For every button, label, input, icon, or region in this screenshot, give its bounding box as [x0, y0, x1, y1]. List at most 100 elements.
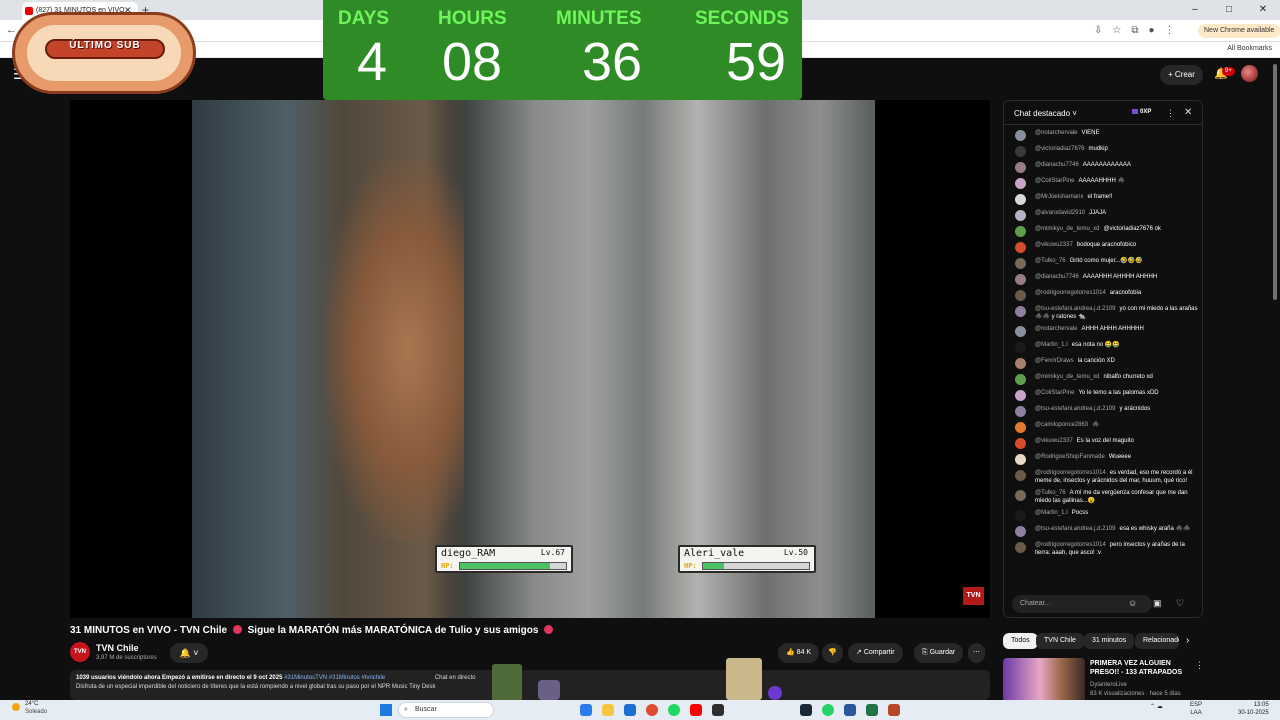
chat-author[interactable]: @ColiStarPine — [1035, 178, 1074, 184]
kebab-menu-icon[interactable]: ⋮ — [1165, 25, 1175, 36]
powerpoint-icon[interactable] — [888, 704, 900, 716]
chat-author-avatar[interactable] — [1015, 258, 1026, 269]
chat-author-avatar[interactable] — [1015, 390, 1026, 401]
language-indicator[interactable]: ESP LAA — [1190, 701, 1202, 717]
chrome-icon[interactable] — [646, 704, 658, 716]
close-icon[interactable]: ✕ — [1184, 107, 1192, 118]
page-scrollbar-thumb[interactable] — [1273, 64, 1277, 300]
chat-author[interactable]: @Martin_1.I — [1035, 342, 1068, 348]
chat-author-avatar[interactable] — [1015, 162, 1026, 173]
video-description[interactable]: 1039 usuarios viéndolo ahora Empezó a em… — [70, 670, 990, 700]
chevron-right-icon[interactable]: › — [1186, 635, 1189, 646]
maximize-icon[interactable]: □ — [1212, 0, 1246, 20]
like-button[interactable]: 👍 84 K — [778, 643, 820, 663]
create-button[interactable]: + Crear — [1160, 65, 1203, 85]
save-button[interactable]: ⎘ Guardar — [914, 643, 964, 663]
filter-chip[interactable]: TVN Chile — [1036, 633, 1084, 649]
filter-chip[interactable]: Todos — [1003, 633, 1038, 649]
chat-author[interactable]: @tsu-estefani.andrea.j.d.2109 — [1035, 306, 1115, 312]
chat-author-avatar[interactable] — [1015, 406, 1026, 417]
related-video-channel[interactable]: DylanteroLive — [1090, 682, 1127, 688]
chat-author[interactable]: @alvarodavid2910 — [1035, 210, 1085, 216]
chat-author-avatar[interactable] — [1015, 470, 1026, 481]
chat-author-avatar[interactable] — [1015, 510, 1026, 521]
related-video-thumbnail[interactable] — [1003, 658, 1085, 702]
chat-author-avatar[interactable] — [1015, 130, 1026, 141]
chat-author[interactable]: @dianachu7746 — [1035, 274, 1079, 280]
channel-name[interactable]: TVN Chile — [96, 643, 139, 653]
window-close-icon[interactable]: ✕ — [1246, 0, 1280, 20]
whatsapp-icon[interactable] — [822, 704, 834, 716]
chat-author[interactable]: @rodrigoorregotorres1014 — [1035, 290, 1106, 296]
chat-author[interactable]: @MrJoelshamanx — [1035, 194, 1083, 200]
chat-author-avatar[interactable] — [1015, 242, 1026, 253]
chat-author-avatar[interactable] — [1015, 306, 1026, 317]
chrome-update-button[interactable]: New Chrome available — [1198, 24, 1280, 38]
chat-author[interactable]: @vikuwu2337 — [1035, 242, 1073, 248]
chat-author[interactable]: @mimikyu_de_temu_xd — [1035, 374, 1099, 380]
chat-author[interactable]: @Tulko_76 — [1035, 490, 1066, 496]
system-tray-icons[interactable]: ⌃ ☁ — [1150, 703, 1163, 710]
chat-author[interactable]: @Tulko_76 — [1035, 258, 1066, 264]
heart-icon[interactable]: ♡ — [1176, 598, 1184, 609]
chat-author-avatar[interactable] — [1015, 326, 1026, 337]
edge-icon[interactable] — [580, 704, 592, 716]
spotify-icon[interactable] — [668, 704, 680, 716]
chat-author-avatar[interactable] — [1015, 374, 1026, 385]
install-icon[interactable]: ⇩ — [1094, 25, 1102, 36]
video-player[interactable] — [70, 100, 990, 618]
chat-author-avatar[interactable] — [1015, 290, 1026, 301]
system-clock[interactable]: 13:05 30-10-2025 — [1238, 701, 1269, 717]
share-button[interactable]: ↗ Compartir — [848, 643, 903, 663]
chat-author[interactable]: @notarchervale — [1035, 326, 1077, 332]
steam-icon[interactable] — [800, 704, 812, 716]
chat-author-avatar[interactable] — [1015, 490, 1026, 501]
chat-author-avatar[interactable] — [1015, 178, 1026, 189]
chat-author-avatar[interactable] — [1015, 146, 1026, 157]
taskbar-search[interactable]: ⌕ Buscar — [398, 702, 494, 718]
terminal-icon[interactable] — [712, 704, 724, 716]
dislike-button[interactable]: 👎 — [822, 643, 843, 663]
chat-author-avatar[interactable] — [1015, 274, 1026, 285]
filter-chip[interactable]: 31 minutos — [1084, 633, 1135, 649]
channel-avatar[interactable]: TVN — [70, 642, 90, 662]
chat-author[interactable]: @camiloponce2863 — [1035, 422, 1088, 428]
chat-author[interactable]: @FenrirDraws — [1035, 358, 1074, 364]
youtube-app-icon[interactable] — [690, 704, 702, 716]
chat-author-avatar[interactable] — [1015, 210, 1026, 221]
chat-author[interactable]: @dianachu7746 — [1035, 162, 1079, 168]
related-more-icon[interactable]: ⋮ — [1195, 660, 1204, 671]
profile-icon[interactable]: ● — [1149, 25, 1155, 36]
chat-author[interactable]: @ColiStarPine — [1035, 390, 1074, 396]
chat-more-icon[interactable]: ⋮ — [1166, 108, 1175, 119]
chat-author[interactable]: @RodrigoeShopFanmade — [1035, 454, 1105, 460]
chat-author[interactable]: @victoriadiaz7676 — [1035, 146, 1084, 152]
chat-author[interactable]: @rodrigoorregotorres1014 — [1035, 470, 1106, 476]
related-video-title[interactable]: PRIMERA VEZ ALGUIEN PRESO!! - 133 ATRAPA… — [1090, 659, 1190, 677]
subscription-bell-button[interactable]: 🔔 ˅ — [170, 643, 208, 663]
chat-author[interactable]: @notarchervale — [1035, 130, 1077, 136]
chat-author[interactable]: @Martin_1.I — [1035, 510, 1068, 516]
weather-temperature[interactable]: 24°C — [25, 701, 38, 707]
minimize-icon[interactable]: – — [1178, 0, 1212, 20]
file-explorer-icon[interactable] — [602, 704, 614, 716]
chat-author-avatar[interactable] — [1015, 422, 1026, 433]
word-icon[interactable] — [844, 704, 856, 716]
chat-xp-badge[interactable]: 0XP — [1132, 109, 1151, 115]
excel-icon[interactable] — [866, 704, 878, 716]
extensions-icon[interactable]: ⧉ — [1131, 25, 1138, 36]
chat-author[interactable]: @tsu-estefani.andrea.j.d.2109 — [1035, 526, 1115, 532]
super-chat-icon[interactable]: ▣ — [1153, 598, 1162, 609]
chat-mode-dropdown[interactable]: Chat destacado ˅ — [1014, 109, 1077, 118]
chat-author-avatar[interactable] — [1015, 342, 1026, 353]
chat-author-avatar[interactable] — [1015, 454, 1026, 465]
chat-author[interactable]: @rodrigoorregotorres1014 — [1035, 542, 1106, 548]
chat-author[interactable]: @mimikyu_de_temu_xd — [1035, 226, 1099, 232]
chat-author[interactable]: @vikuwu2337 — [1035, 438, 1073, 444]
emoji-icon[interactable]: ☺ — [1128, 598, 1137, 608]
filter-chip[interactable]: Relacionados — [1135, 633, 1179, 649]
chat-author-avatar[interactable] — [1015, 438, 1026, 449]
chat-author-avatar[interactable] — [1015, 194, 1026, 205]
chat-author-avatar[interactable] — [1015, 226, 1026, 237]
chat-author-avatar[interactable] — [1015, 358, 1026, 369]
